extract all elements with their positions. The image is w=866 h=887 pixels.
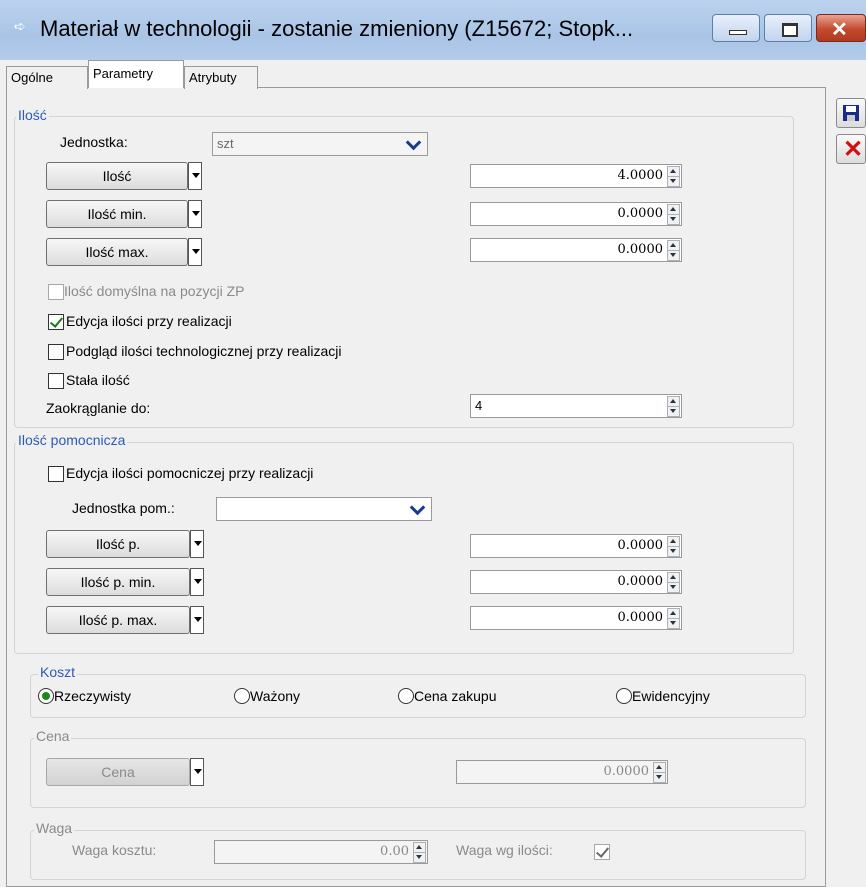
- ilosc-value: 4.0000: [617, 168, 664, 183]
- ilosc-max-value: 0.0000: [617, 242, 664, 257]
- chevron-down-icon: [405, 134, 422, 151]
- stala-ilosc-checkbox[interactable]: [48, 373, 64, 389]
- window-title: Materiał w technologii - zostanie zmieni…: [40, 16, 634, 41]
- ilosc-min-value: 0.0000: [617, 206, 664, 221]
- ilosc-min-button[interactable]: Ilość min.: [46, 200, 188, 228]
- tab-parametry[interactable]: Parametry: [88, 60, 184, 88]
- zaokraglanie-value: 4: [475, 398, 483, 413]
- ilosc-domyslna-checkbox[interactable]: [48, 284, 64, 300]
- ilosc-p-min-dropdown-button[interactable]: [190, 568, 204, 596]
- ilosc-dropdown-button[interactable]: [188, 162, 202, 190]
- ilosc-p-max-value: 0.0000: [617, 610, 664, 625]
- jednostka-value: szt: [217, 136, 234, 151]
- podglad-ilosci-checkbox[interactable]: [48, 344, 64, 360]
- ilosc-p-button[interactable]: Ilość p.: [46, 530, 190, 558]
- rzeczywisty-label: Rzeczywisty: [54, 688, 132, 704]
- spinner-arrows-icon[interactable]: [667, 396, 680, 417]
- edycja-ilosci-label: Edycja ilości przy realizacji: [66, 313, 232, 329]
- spinner-arrows-icon[interactable]: [667, 240, 680, 261]
- app-arrow-icon: ➪: [14, 18, 26, 34]
- jednostka-pom-select[interactable]: [216, 497, 432, 521]
- waga-wg-ilosci-checkbox[interactable]: [594, 844, 610, 860]
- ilosc-p-max-button[interactable]: Ilość p. max.: [46, 606, 190, 634]
- wazony-radio[interactable]: [234, 688, 250, 704]
- waga-wg-ilosci-label: Waga wg ilości:: [456, 842, 553, 858]
- spinner-arrows-icon[interactable]: [653, 762, 666, 783]
- spinner-arrows-icon[interactable]: [667, 166, 680, 187]
- edycja-ilosci-pom-label: Edycja ilości pomocniczej przy realizacj…: [66, 465, 314, 481]
- zaokraglanie-input[interactable]: 4: [470, 394, 682, 418]
- cena-zakupu-label: Cena zakupu: [414, 688, 497, 704]
- cena-group-label: Cena: [34, 728, 72, 744]
- title-bar[interactable]: ➪ Materiał w technologii - zostanie zmie…: [0, 0, 866, 60]
- ilosc-min-input[interactable]: 0.0000: [470, 202, 682, 226]
- stala-ilosc-label: Stała ilość: [66, 372, 130, 388]
- cena-dropdown-button[interactable]: [190, 758, 204, 786]
- floppy-disk-icon: [843, 105, 859, 121]
- wazony-label: Ważony: [250, 688, 301, 704]
- zaokraglanie-label: Zaokrąglanie do:: [46, 400, 151, 416]
- ewidencyjny-radio[interactable]: [616, 688, 632, 704]
- ilosc-max-input[interactable]: 0.0000: [470, 238, 682, 262]
- waga-kosztu-value: 0.00: [380, 844, 409, 859]
- rzeczywisty-radio[interactable]: [38, 688, 54, 704]
- edycja-ilosci-pom-checkbox[interactable]: [48, 466, 64, 482]
- save-button[interactable]: [836, 98, 866, 128]
- ilosc-max-dropdown-button[interactable]: [188, 238, 202, 266]
- cena-button[interactable]: Cena: [46, 758, 190, 786]
- cena-zakupu-radio[interactable]: [398, 688, 414, 704]
- ilosc-p-min-button[interactable]: Ilość p. min.: [46, 568, 190, 596]
- ilosc-input[interactable]: 4.0000: [470, 164, 682, 188]
- edycja-ilosci-checkbox[interactable]: [48, 314, 64, 330]
- ilosc-p-min-value: 0.0000: [617, 574, 664, 589]
- cancel-button[interactable]: ✕: [836, 134, 866, 164]
- tab-ogolne[interactable]: Ogólne: [6, 66, 88, 89]
- close-icon: ✕: [831, 19, 848, 41]
- tab-atrybuty[interactable]: Atrybuty: [184, 66, 258, 89]
- ilosc-domyslna-label: Ilość domyślna na pozycji ZP: [64, 283, 245, 299]
- ilosc-p-min-input[interactable]: 0.0000: [470, 570, 682, 594]
- cena-value: 0.0000: [603, 764, 650, 779]
- cena-input[interactable]: 0.0000: [456, 760, 668, 784]
- waga-kosztu-input[interactable]: 0.00: [214, 840, 428, 864]
- close-button[interactable]: ✕: [816, 14, 866, 42]
- spinner-arrows-icon[interactable]: [667, 572, 680, 593]
- koszt-group-label: Koszt: [38, 664, 78, 680]
- minimize-button[interactable]: [712, 14, 760, 42]
- ilosc-p-value: 0.0000: [617, 538, 664, 553]
- ilosc-p-dropdown-button[interactable]: [190, 530, 204, 558]
- spinner-arrows-icon[interactable]: [667, 536, 680, 557]
- jednostka-pom-label: Jednostka pom.:: [72, 500, 175, 516]
- maximize-button[interactable]: [764, 14, 812, 42]
- ewidencyjny-label: Ewidencyjny: [632, 688, 710, 704]
- spinner-arrows-icon[interactable]: [667, 204, 680, 225]
- podglad-ilosci-label: Podgląd ilości technologicznej przy real…: [66, 343, 342, 359]
- ilosc-p-max-input[interactable]: 0.0000: [470, 606, 682, 630]
- jednostka-label: Jednostka:: [60, 134, 128, 150]
- ilosc-p-input[interactable]: 0.0000: [470, 534, 682, 558]
- ilosc-pomocnicza-label: Ilość pomocnicza: [16, 432, 128, 448]
- spinner-arrows-icon[interactable]: [413, 842, 426, 863]
- waga-kosztu-label: Waga kosztu:: [72, 842, 157, 858]
- ilosc-min-dropdown-button[interactable]: [188, 200, 202, 228]
- spinner-arrows-icon[interactable]: [667, 608, 680, 629]
- waga-group-label: Waga: [34, 820, 75, 836]
- jednostka-select[interactable]: szt: [212, 132, 428, 156]
- ilosc-p-max-dropdown-button[interactable]: [190, 606, 204, 634]
- ilosc-button[interactable]: Ilość: [46, 162, 188, 190]
- cancel-x-icon: ✕: [843, 136, 864, 163]
- ilosc-group-label: Ilość: [16, 107, 49, 123]
- ilosc-max-button[interactable]: Ilość max.: [46, 238, 188, 266]
- chevron-down-icon: [409, 499, 426, 516]
